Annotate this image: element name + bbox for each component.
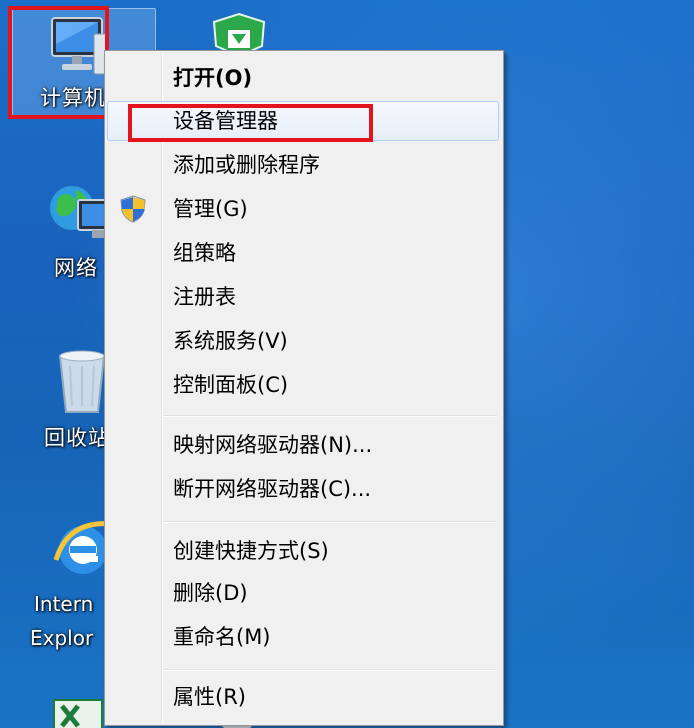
menu-item-properties[interactable]: 属性(R) — [107, 677, 499, 717]
desktop-icon-network[interactable]: 网络 — [14, 176, 119, 286]
menu-item-add-remove-programs[interactable]: 添加或删除程序 — [107, 145, 499, 185]
recycle-bin-icon — [58, 350, 106, 413]
menu-item-disconnect-network-drive[interactable]: 断开网络驱动器(C)... — [107, 469, 499, 509]
menu-item-system-services[interactable]: 系统服务(V) — [107, 321, 499, 361]
annotation-box-device-manager — [128, 104, 373, 142]
context-menu: 打开(O) 设备管理器 添加或删除程序 管理(G) 组策略 注册表 系统服务(V… — [104, 50, 504, 726]
menu-separator — [163, 415, 497, 417]
menu-separator — [163, 521, 497, 523]
desktop-icon-internet-explorer[interactable]: Intern Explor — [14, 514, 114, 664]
menu-item-control-panel[interactable]: 控制面板(C) — [107, 365, 499, 405]
desktop-icon-recycle-bin[interactable]: 回收站 — [14, 344, 114, 454]
menu-item-manage[interactable]: 管理(G) — [107, 189, 499, 229]
menu-item-group-policy[interactable]: 组策略 — [107, 233, 499, 273]
menu-item-create-shortcut[interactable]: 创建快捷方式(S) — [107, 531, 499, 571]
excel-icon — [53, 699, 103, 728]
menu-item-open[interactable]: 打开(O) — [107, 58, 499, 98]
menu-item-map-network-drive[interactable]: 映射网络驱动器(N)... — [107, 425, 499, 465]
menu-separator — [163, 669, 497, 671]
menu-item-delete[interactable]: 删除(D) — [107, 573, 499, 613]
menu-item-registry[interactable]: 注册表 — [107, 277, 499, 317]
annotation-box-computer — [8, 6, 109, 119]
desktop: 计算机 网络 回收站 Intern Explor 打开(O) 设备管理器 添加或… — [0, 0, 694, 728]
menu-item-rename[interactable]: 重命名(M) — [107, 617, 499, 657]
uac-shield-icon — [120, 195, 146, 223]
